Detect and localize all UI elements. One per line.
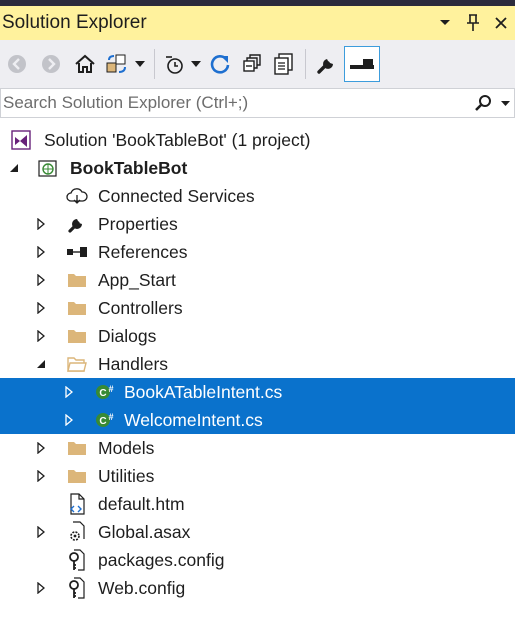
collapsed-arrow-icon[interactable] [34, 273, 48, 287]
properties-wrench-icon [66, 213, 88, 235]
default-htm-label: default.htm [98, 493, 185, 514]
toolbar [0, 40, 515, 88]
global-asax-label: Global.asax [98, 521, 191, 542]
pin-icon[interactable] [459, 9, 487, 37]
tree-item-controllers[interactable]: Controllers [0, 294, 515, 322]
expanded-arrow-icon[interactable] [34, 357, 48, 371]
tree-item-app-start[interactable]: App_Start [0, 266, 515, 294]
web-project-icon [37, 157, 59, 179]
forward-icon[interactable] [34, 46, 68, 82]
tree-item-handlers[interactable]: Handlers [0, 350, 515, 378]
tree-item-project[interactable]: BookTableBot [0, 154, 515, 182]
refresh-icon[interactable] [205, 46, 235, 82]
project-label: BookTableBot [70, 157, 188, 178]
app-start-label: App_Start [98, 269, 176, 290]
welcomeintent-label: WelcomeIntent.cs [124, 409, 263, 430]
tree-item-connected-services[interactable]: Connected Services [0, 182, 515, 210]
filter-dropdown-icon[interactable] [187, 46, 205, 82]
collapsed-arrow-icon[interactable] [34, 469, 48, 483]
web-config-label: Web.config [98, 577, 186, 598]
close-icon[interactable] [487, 9, 515, 37]
search-options-dropdown-icon[interactable] [496, 100, 514, 106]
tree-item-bookatableintent[interactable]: C # BookATableIntent.cs [0, 378, 515, 406]
properties-wrench-icon[interactable] [312, 46, 342, 82]
dialogs-label: Dialogs [98, 325, 157, 346]
handlers-label: Handlers [98, 353, 169, 374]
tree-item-default-htm[interactable]: default.htm [0, 490, 515, 518]
packages-config-label: packages.config [98, 549, 225, 570]
folder-icon [66, 297, 88, 319]
sync-dropdown-icon[interactable] [132, 46, 148, 82]
preview-selected-items-icon[interactable] [344, 46, 380, 82]
open-folder-icon [66, 353, 88, 375]
toolbar-separator [305, 49, 306, 79]
search-icon[interactable] [470, 94, 496, 112]
toolbar-separator [154, 49, 155, 79]
csharp-file-icon: C # [94, 409, 116, 431]
back-icon[interactable] [0, 46, 34, 82]
connected-services-cloud-icon [66, 185, 88, 207]
collapsed-arrow-icon[interactable] [34, 301, 48, 315]
collapsed-arrow-icon[interactable] [62, 413, 76, 427]
tree-item-solution[interactable]: Solution 'BookTableBot' (1 project) [0, 126, 515, 154]
collapse-all-icon[interactable] [235, 46, 269, 82]
config-file-icon [66, 577, 88, 599]
solution-label: Solution 'BookTableBot' (1 project) [44, 129, 311, 150]
search-box[interactable] [0, 88, 515, 118]
collapsed-arrow-icon[interactable] [34, 581, 48, 595]
tree-item-packages-config[interactable]: packages.config [0, 546, 515, 574]
connected-services-label: Connected Services [98, 185, 255, 206]
tree-item-models[interactable]: Models [0, 434, 515, 462]
references-icon [66, 241, 88, 263]
tree-item-references[interactable]: References [0, 238, 515, 266]
folder-icon [66, 465, 88, 487]
global-asax-gear-file-icon [66, 521, 88, 543]
folder-icon [66, 269, 88, 291]
collapsed-arrow-icon[interactable] [34, 441, 48, 455]
collapsed-arrow-icon[interactable] [34, 525, 48, 539]
tool-window-title-bar[interactable]: Solution Explorer [0, 6, 515, 40]
tree-item-dialogs[interactable]: Dialogs [0, 322, 515, 350]
tree-item-web-config[interactable]: Web.config [0, 574, 515, 602]
tree-item-properties[interactable]: Properties [0, 210, 515, 238]
pending-changes-filter-icon[interactable] [161, 46, 187, 82]
folder-icon [66, 325, 88, 347]
controllers-label: Controllers [98, 297, 183, 318]
collapsed-arrow-icon[interactable] [62, 385, 76, 399]
svg-text:C: C [99, 416, 106, 427]
svg-text:#: # [108, 384, 113, 394]
show-all-files-icon[interactable] [269, 46, 299, 82]
expanded-arrow-icon[interactable] [7, 161, 21, 175]
window-title: Solution Explorer [2, 12, 147, 33]
utilities-label: Utilities [98, 465, 155, 486]
folder-icon [66, 437, 88, 459]
models-label: Models [98, 437, 155, 458]
references-label: References [98, 241, 188, 262]
search-input[interactable] [1, 92, 470, 114]
collapsed-arrow-icon[interactable] [34, 329, 48, 343]
csharp-file-icon: C # [94, 381, 116, 403]
sync-with-active-document-icon[interactable] [102, 46, 132, 82]
svg-text:#: # [108, 412, 113, 422]
tree-item-utilities[interactable]: Utilities [0, 462, 515, 490]
properties-label: Properties [98, 213, 178, 234]
svg-text:C: C [99, 388, 106, 399]
collapsed-arrow-icon[interactable] [34, 245, 48, 259]
home-icon[interactable] [68, 46, 102, 82]
config-file-icon [66, 549, 88, 571]
tree-item-welcomeintent[interactable]: C # WelcomeIntent.cs [0, 406, 515, 434]
visual-studio-solution-icon [10, 129, 32, 151]
bookatableintent-label: BookATableIntent.cs [124, 381, 283, 402]
html-file-icon [66, 493, 88, 515]
collapsed-arrow-icon[interactable] [34, 217, 48, 231]
window-options-dropdown-icon[interactable] [431, 9, 459, 37]
tree-item-global-asax[interactable]: Global.asax [0, 518, 515, 546]
solution-tree: Solution 'BookTableBot' (1 project) Book… [0, 126, 515, 602]
